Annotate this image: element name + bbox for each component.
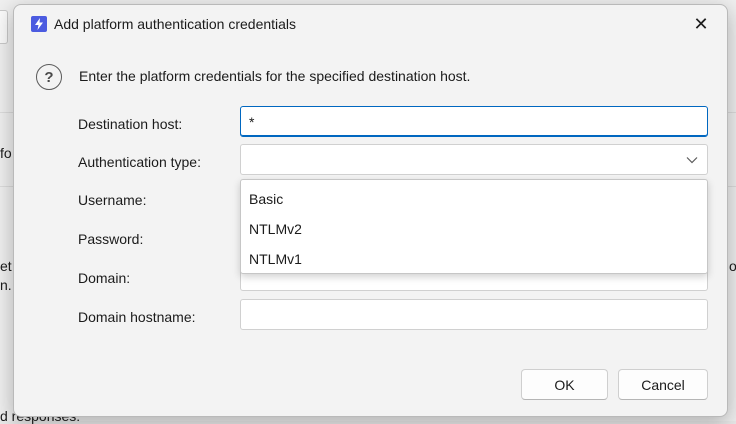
username-label: Username: (78, 192, 147, 208)
dialog-title: Add platform authentication credentials (54, 16, 297, 32)
dropdown-option-ntlmv2[interactable]: NTLMv2 (241, 214, 707, 244)
cancel-button[interactable]: Cancel (618, 369, 708, 400)
background-button (0, 10, 8, 44)
background-text: et (0, 258, 12, 274)
authentication-type-label: Authentication type: (78, 154, 201, 170)
instruction-text: Enter the platform credentials for the s… (79, 68, 471, 84)
background-text: fo (0, 145, 12, 161)
password-label: Password: (78, 231, 144, 247)
domain-hostname-input[interactable] (240, 299, 708, 330)
background-text: n. (0, 277, 12, 293)
authentication-type-select[interactable] (240, 144, 708, 175)
background-text: o (729, 258, 736, 274)
domain-hostname-label: Domain hostname: (78, 309, 196, 325)
credentials-dialog: Add platform authentication credentials … (13, 4, 728, 417)
lightning-bolt-icon (31, 16, 47, 32)
title-bar: Add platform authentication credentials … (14, 5, 727, 43)
destination-host-input[interactable] (240, 106, 708, 137)
ok-button[interactable]: OK (521, 369, 608, 400)
chevron-down-icon (686, 154, 698, 166)
destination-host-label: Destination host: (78, 116, 183, 132)
close-button[interactable]: ✕ (681, 9, 721, 39)
dropdown-option-ntlmv1[interactable]: NTLMv1 (241, 244, 707, 274)
close-icon: ✕ (693, 13, 709, 34)
domain-label: Domain: (78, 270, 131, 286)
dropdown-option-basic[interactable]: Basic (241, 184, 707, 214)
question-mark-icon: ? (36, 64, 62, 90)
authentication-type-dropdown: Basic NTLMv2 NTLMv1 (240, 179, 708, 274)
